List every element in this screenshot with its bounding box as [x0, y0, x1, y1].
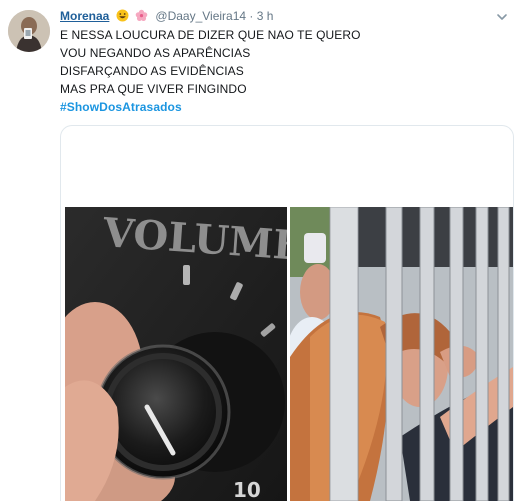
- separator-dot: ·: [249, 9, 254, 23]
- author-name[interactable]: Morenaa: [60, 9, 109, 23]
- tweet-text-line: VOU NEGANDO AS APARÊNCIAS: [60, 46, 251, 60]
- tweet-text-line: MAS PRA QUE VIVER FINGINDO: [60, 82, 247, 96]
- tweet[interactable]: Morenaa @Daay_Vieira14 · 3 h E NESSA LOU…: [0, 0, 519, 501]
- author-handle[interactable]: @Daay_Vieira14: [155, 9, 246, 23]
- fence-crowd-image[interactable]: [290, 207, 513, 501]
- tweet-text-line: E NESSA LOUCURA DE DIZER QUE NAO TE QUER…: [60, 28, 361, 42]
- hashtag-link[interactable]: #ShowDosAtrasados: [60, 100, 182, 114]
- chevron-down-icon[interactable]: [495, 10, 509, 24]
- knob-number: 10: [233, 478, 261, 501]
- avatar-image: [8, 10, 50, 52]
- tweet-text: E NESSA LOUCURA DE DIZER QUE NAO TE QUER…: [60, 26, 500, 116]
- media-container[interactable]: VOLUME 10: [60, 125, 514, 501]
- volume-knob-image[interactable]: VOLUME 10: [65, 207, 287, 501]
- tweet-time[interactable]: 3 h: [257, 9, 274, 23]
- grinning-face-emoji-icon: [116, 9, 129, 22]
- cherry-blossom-emoji-icon: [135, 9, 148, 21]
- tweet-header: Morenaa @Daay_Vieira14 · 3 h: [60, 8, 273, 24]
- tweet-text-line: DISFARÇANDO AS EVIDÊNCIAS: [60, 64, 244, 78]
- avatar[interactable]: [8, 10, 50, 52]
